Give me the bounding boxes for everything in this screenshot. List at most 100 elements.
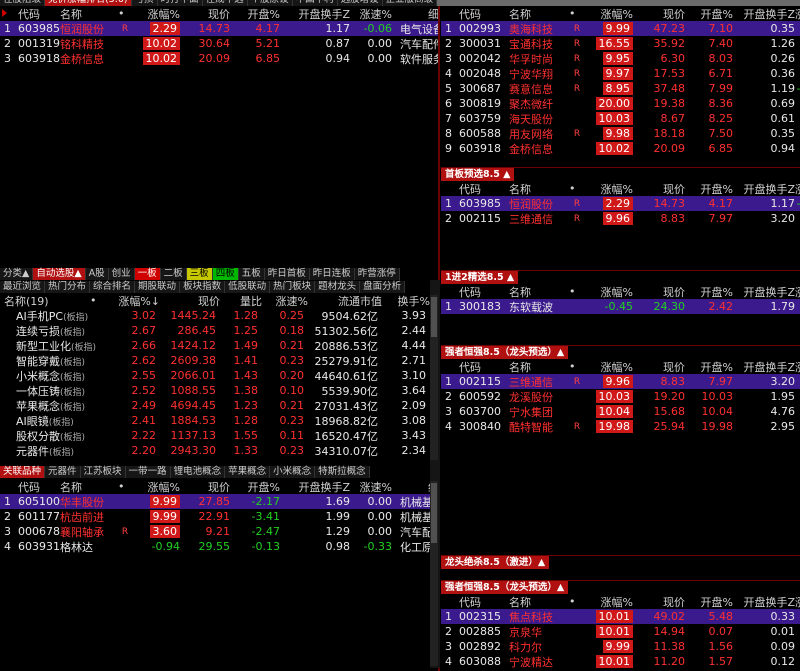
table-row[interactable]: 2 002115 三维通信 R 9.96 8.83 7.97 3.200.00	[441, 211, 800, 226]
header-1[interactable]: 名称	[60, 479, 118, 495]
header-0[interactable]: 代码	[459, 181, 509, 197]
header-5[interactable]: 开盘%	[685, 6, 733, 22]
header-2[interactable]: •	[569, 182, 585, 195]
tab-tabs_sector-5[interactable]: 低股联动	[225, 281, 271, 293]
header-5[interactable]: 开盘%	[230, 479, 280, 495]
tab-tabs_sector-8[interactable]: 盘面分析	[360, 281, 406, 293]
table-row[interactable]: 3 603918金桥信息 10.02 20.09 6.85 0.94 0.00 软件服务	[0, 51, 438, 66]
sector-row[interactable]: 新型工业化(板指) 2.66 1424.12 1.49 0.21 20886.53亿 4.4…	[0, 338, 430, 353]
header-1[interactable]: 名称	[60, 6, 118, 22]
sector-header-5[interactable]: 涨速%	[262, 293, 308, 309]
tab-tabs_mid-2[interactable]: A股	[85, 268, 109, 280]
sector-row[interactable]: 一体压铸(板指) 2.52 1088.55 1.38 0.10 5539.90亿 3.64	[0, 383, 430, 398]
header-2[interactable]: •	[569, 7, 585, 20]
tab-tabs_related-2[interactable]: 江苏板块	[80, 466, 126, 478]
header-6[interactable]: 开盘换手Z	[280, 479, 350, 495]
tab-tabs_sector-1[interactable]: 热门分布	[45, 281, 91, 293]
header-3[interactable]: 涨幅%	[132, 479, 180, 495]
table-row[interactable]: 7 603759 海天股份 10.03 8.67 8.25 0.610.00	[441, 111, 800, 126]
tab-tabs_sector-6[interactable]: 热门板块	[270, 281, 316, 293]
table-row[interactable]: 2 601177杭齿前进 9.99 22.91 -3.41 1.99 0.00 机械基件	[0, 509, 430, 524]
header-7[interactable]: 涨速%	[795, 594, 800, 610]
header-0[interactable]: 代码	[18, 6, 60, 22]
tab-tabs_mid-8[interactable]: 五板	[238, 268, 265, 280]
table-row[interactable]: 1 002315 焦点科技 10.01 49.02 5.48 0.330.00	[441, 609, 800, 624]
header-5[interactable]: 开盘%	[685, 594, 733, 610]
header-6[interactable]: 开盘换手Z	[733, 181, 795, 197]
header-5[interactable]: 开盘%	[685, 284, 733, 300]
sector-row[interactable]: 智能穿戴(板指) 2.62 2609.38 1.41 0.23 25279.91亿 2.71	[0, 353, 430, 368]
header-4[interactable]: 现价	[180, 479, 230, 495]
table-row[interactable]: 5 300687 赛意信息 R 8.95 37.48 7.99 1.19-0.73	[441, 81, 800, 96]
sector-row[interactable]: AI手机PC(板指) 3.02 1445.24 1.28 0.25 9504.62亿 3.9…	[0, 308, 430, 323]
tab-tabs_related-6[interactable]: 小米概念	[270, 466, 316, 478]
sector-header-7[interactable]: 换手%	[382, 293, 430, 309]
sector-header-0[interactable]: 名称(19)	[4, 293, 90, 309]
header-2[interactable]: •	[118, 7, 132, 20]
tab-tabs_sector-3[interactable]: 期股联动	[135, 281, 181, 293]
tab-tabs_mid-11[interactable]: 昨营涨停	[354, 268, 400, 280]
related-scrollbar[interactable]	[430, 481, 438, 666]
header-1[interactable]: 名称	[509, 359, 569, 375]
table-row[interactable]: 1 002993 奥海科技 R 9.99 47.23 7.10 0.350.00	[441, 21, 800, 36]
panel-title[interactable]: 首板预选8.5 ▲	[441, 168, 800, 181]
header-7[interactable]: 涨速%	[795, 359, 800, 375]
panel-title[interactable]: 强者恒强8.5（龙头预选）▲	[441, 346, 800, 359]
table-row[interactable]: 4 300840 酷特智能 R 19.98 25.94 19.98 2.950.00	[441, 419, 800, 434]
sector-row[interactable]: AI眼镜(板指) 2.41 1884.53 1.28 0.23 18968.82亿 3.08	[0, 413, 430, 428]
tab-tabs_mid-10[interactable]: 昨日连板	[309, 268, 355, 280]
header-6[interactable]: 开盘换手Z	[733, 284, 795, 300]
header-7[interactable]: 涨速%	[350, 479, 392, 495]
table-row[interactable]: 4 603931格林达 -0.94 29.55 -0.13 0.98 -0.33 化工原料	[0, 539, 430, 554]
table-row[interactable]: 9 603918 金桥信息 10.02 20.09 6.85 0.940.00	[441, 141, 800, 156]
header-3[interactable]: 涨幅%	[585, 181, 633, 197]
header-1[interactable]: 名称	[509, 6, 569, 22]
header-2[interactable]: •	[569, 595, 585, 608]
table-row[interactable]: 1 603985恒润股份 R 2.29 14.73 4.17 1.17 -0.06 电气设备	[0, 21, 438, 36]
tab-tabs_sector-0[interactable]: 最近浏览	[0, 281, 46, 293]
tab-tabs_related-3[interactable]: 一带一路	[125, 466, 171, 478]
tab-tabs_sector-2[interactable]: 综合排名	[90, 281, 136, 293]
header-6[interactable]: 开盘换手Z	[733, 359, 795, 375]
tab-tabs_mid-3[interactable]: 创业	[108, 268, 135, 280]
header-7[interactable]: 涨速%	[350, 6, 392, 22]
header-3[interactable]: 涨幅%	[585, 359, 633, 375]
header-5[interactable]: 开盘%	[685, 359, 733, 375]
header-0[interactable]: 代码	[18, 479, 60, 495]
tab-tabs_mid-6[interactable]: 三板	[186, 268, 213, 280]
tab-tabs_mid-9[interactable]: 昨日首板	[264, 268, 310, 280]
tab-tabs_related-4[interactable]: 锂电池概念	[170, 466, 226, 478]
header-0[interactable]: 代码	[459, 594, 509, 610]
panel-title[interactable]: 龙头绝杀8.5（激进）▲	[441, 556, 800, 569]
sector-scrollbar[interactable]	[430, 295, 438, 460]
header-6[interactable]: 开盘换手Z	[280, 6, 350, 22]
header-3[interactable]: 涨幅%	[585, 594, 633, 610]
tab-tabs_sector-4[interactable]: 板块指数	[180, 281, 226, 293]
sector-header-4[interactable]: 量比	[220, 293, 262, 309]
tab-tabs_mid-5[interactable]: 二板	[160, 268, 187, 280]
table-row[interactable]: 6 300819 聚杰微纤 20.00 19.38 8.36 0.690.00	[441, 96, 800, 111]
header-6[interactable]: 开盘换手Z	[733, 6, 795, 22]
table-row[interactable]: 4 002048 宁波华翔 R 9.97 17.53 6.71 0.360.00	[441, 66, 800, 81]
header-7[interactable]: 涨速%	[795, 6, 800, 22]
table-row[interactable]: 1 002115 三维通信 R 9.96 8.83 7.97 3.200.00	[441, 374, 800, 389]
header-3[interactable]: 涨幅%	[585, 284, 633, 300]
header-4[interactable]: 现价	[633, 359, 685, 375]
table-row[interactable]: 2 300031 宝通科技 R 16.55 35.92 7.40 1.260.00	[441, 36, 800, 51]
sector-header-1[interactable]: •	[90, 294, 116, 307]
tab-tabs_sector-7[interactable]: 题材龙头	[315, 281, 361, 293]
header-4[interactable]: 现价	[633, 284, 685, 300]
table-row[interactable]: 2 600592 龙溪股份 10.03 19.20 10.03 1.950.00	[441, 389, 800, 404]
header-4[interactable]: 现价	[180, 6, 230, 22]
sector-header-2[interactable]: 涨幅%↓	[116, 293, 160, 309]
table-row[interactable]: 1 605100华丰股份 9.99 27.85 -2.17 1.69 0.00 机械基件	[0, 494, 430, 509]
tab-tabs_related-5[interactable]: 苹果概念	[225, 466, 271, 478]
header-4[interactable]: 现价	[633, 594, 685, 610]
sector-row[interactable]: 小米概念(板指) 2.55 2066.01 1.43 0.20 44640.61亿 3.10	[0, 368, 430, 383]
table-row[interactable]: 3 000678襄阳轴承 R 3.60 9.21 -2.47 1.29 0.00 汽车配件	[0, 524, 430, 539]
tab-tabs_related-1[interactable]: 元器件	[45, 466, 81, 478]
tab-tabs_mid-7[interactable]: 四板	[212, 268, 239, 280]
sector-row[interactable]: 元器件(板指) 2.20 2943.30 1.33 0.23 34310.07亿 2.34	[0, 443, 430, 458]
table-row[interactable]: 3 603700 宁水集团 10.04 15.68 10.04 4.760.00	[441, 404, 800, 419]
table-row[interactable]: 1 603985 恒润股份 R 2.29 14.73 4.17 1.17-0.06	[441, 196, 800, 211]
